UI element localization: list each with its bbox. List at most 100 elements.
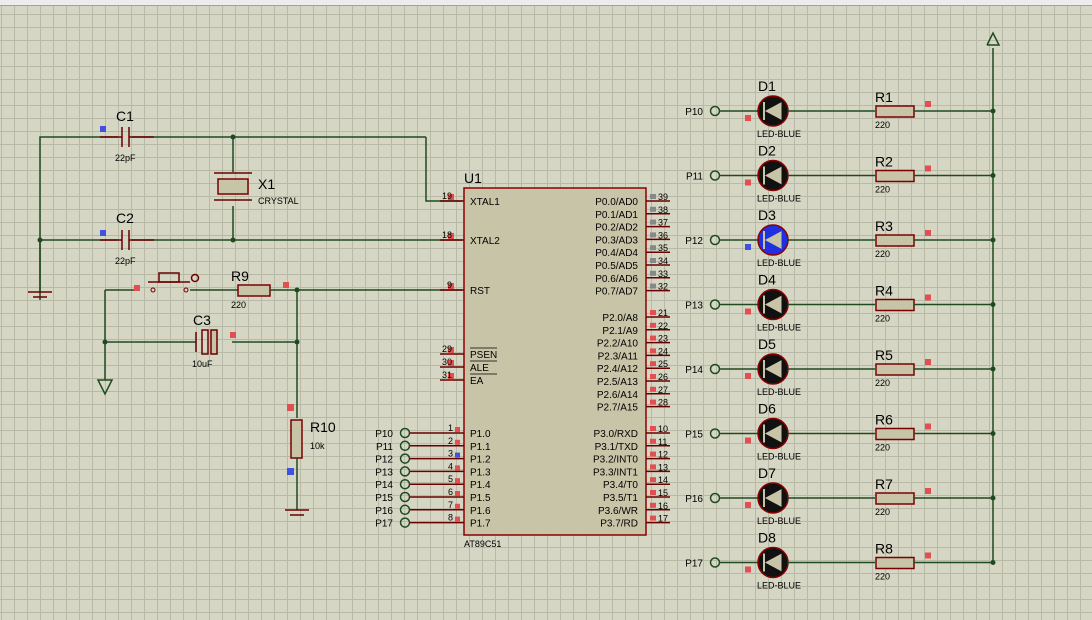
pin-name: P1.5: [470, 493, 491, 504]
pin-name: P0.6/AD6: [595, 274, 638, 285]
resistor-ref: R6: [875, 412, 893, 428]
pin-number: 14: [658, 475, 668, 485]
pin-name: P2.7/A15: [597, 403, 639, 414]
pin-name: P0.4/AD4: [595, 248, 638, 259]
pin-number: 15: [658, 488, 668, 498]
pin-name: P3.4/T0: [603, 480, 638, 491]
net-label: P10: [685, 107, 703, 118]
pin-number: 6: [448, 487, 453, 497]
mcu-u1[interactable]: U1 AT89C51 19XTAL118XTAL29RST29PSEN30ALE…: [375, 170, 670, 549]
pin-number: 19: [442, 191, 452, 201]
led-part: LED-BLUE: [757, 581, 801, 591]
resistor-icon: [875, 234, 915, 247]
net-label: P12: [375, 455, 393, 466]
resistor-ref: R4: [875, 283, 893, 299]
capacitor-c2[interactable]: C2 22pF: [100, 210, 154, 266]
pin-number: 38: [658, 205, 668, 215]
led-part: LED-BLUE: [757, 452, 801, 462]
resistor-r9[interactable]: R9 220: [231, 268, 289, 310]
resistor-r10[interactable]: R10 10k: [287, 404, 336, 475]
pin-name: P2.5/A13: [597, 377, 639, 388]
pin-number: 31: [442, 370, 452, 380]
resistor-ref: R3: [875, 218, 893, 234]
led-array: P10 D1 LED-BLUE R1 220 P11 D2 LED-BLUE R2 220 P12 D…: [685, 78, 996, 591]
pin-name: P1.3: [470, 467, 491, 478]
led-part: LED-BLUE: [757, 516, 801, 526]
pin-number: 18: [442, 230, 452, 240]
led-row[interactable]: P13 D4 LED-BLUE R4 220: [685, 272, 996, 333]
pin-name: ALE: [470, 363, 489, 374]
pin-number: 26: [658, 372, 668, 382]
u1-part: AT89C51: [464, 539, 501, 549]
pin-name: P1.6: [470, 506, 491, 517]
pin-name: RST: [470, 286, 490, 297]
pin-number: 10: [658, 424, 668, 434]
pin-number: 25: [658, 359, 668, 369]
pin-name: P3.5/T1: [603, 493, 638, 504]
pin-name: P0.0/AD0: [595, 197, 638, 208]
resistor-icon: [875, 363, 915, 376]
pin-number: 33: [658, 269, 668, 279]
led-row[interactable]: P11 D2 LED-BLUE R2 220: [686, 143, 996, 204]
resistor-icon: [875, 556, 915, 570]
led-part: LED-BLUE: [757, 323, 801, 333]
net-label: P13: [685, 301, 703, 312]
pin-number: 22: [658, 321, 668, 331]
pin-name: P2.3/A11: [598, 351, 639, 362]
x1-ref: X1: [258, 176, 275, 192]
r10-value: 10k: [310, 441, 325, 451]
resistor-value: 220: [875, 507, 890, 517]
resistor-icon: [875, 492, 915, 505]
pin-name: P0.5/AD5: [595, 261, 638, 272]
capacitor-c1[interactable]: C1 22pF: [100, 108, 154, 163]
net-label: P15: [375, 493, 393, 504]
resistor-icon: [875, 169, 915, 183]
led-part: LED-BLUE: [757, 129, 801, 139]
led-ref: D8: [758, 530, 776, 546]
c3-ref: C3: [193, 312, 211, 328]
led-part: LED-BLUE: [757, 258, 801, 268]
pin-name: P2.6/A14: [597, 390, 639, 401]
resistor-value: 220: [875, 249, 890, 259]
resistor-value: 220: [875, 572, 890, 582]
net-label: P12: [685, 236, 703, 247]
led-row[interactable]: P10 D1 LED-BLUE R1 220: [685, 78, 996, 139]
pin-name: P0.3/AD3: [595, 235, 638, 246]
led-part: LED-BLUE: [757, 387, 801, 397]
pin-number: 34: [658, 256, 668, 266]
pin-name: XTAL1: [470, 197, 500, 208]
led-row[interactable]: P17 D8 LED-BLUE R8 220: [685, 530, 996, 591]
led-row[interactable]: P12 D3 LED-BLUE R3 220: [685, 207, 996, 268]
led-ref: D3: [758, 207, 776, 223]
pin-name: P1.1: [470, 442, 491, 453]
pin-number: 7: [448, 500, 453, 510]
r9-value: 220: [231, 300, 246, 310]
power-terminal-icon: [986, 31, 1001, 46]
pin-name: P3.0/RXD: [594, 429, 638, 440]
led-ref: D2: [758, 143, 776, 159]
crystal-x1[interactable]: X1 CRYSTAL: [214, 172, 299, 206]
pin-number: 9: [447, 280, 452, 290]
pin-number: 36: [658, 230, 668, 240]
pin-number: 5: [448, 474, 453, 484]
pin-name: P0.7/AD7: [595, 287, 638, 298]
net-label: P14: [375, 480, 393, 491]
net-label: P17: [685, 559, 703, 570]
pin-number: 11: [658, 437, 667, 447]
led-ref: D1: [758, 78, 776, 94]
capacitor-c3[interactable]: C3 10uF: [192, 312, 236, 369]
pin-name: P3.3/INT1: [593, 467, 638, 478]
led-row[interactable]: P15 D6 LED-BLUE R6 220: [685, 401, 996, 462]
pin-number: 2: [448, 436, 453, 446]
net-label: P10: [375, 429, 393, 440]
reset-button[interactable]: [134, 272, 200, 293]
led-row[interactable]: P16 D7 LED-BLUE R7 220: [685, 465, 996, 526]
pin-number: 29: [442, 344, 452, 354]
pin-name: P1.7: [470, 519, 491, 530]
pin-name: P3.1/TXD: [595, 442, 638, 453]
ground-symbol: [28, 240, 52, 298]
pin-name: PSEN: [470, 350, 497, 361]
pin-number: 39: [658, 192, 668, 202]
led-row[interactable]: P14 D5 LED-BLUE R5 220: [685, 336, 996, 397]
net-label: P13: [375, 467, 393, 478]
